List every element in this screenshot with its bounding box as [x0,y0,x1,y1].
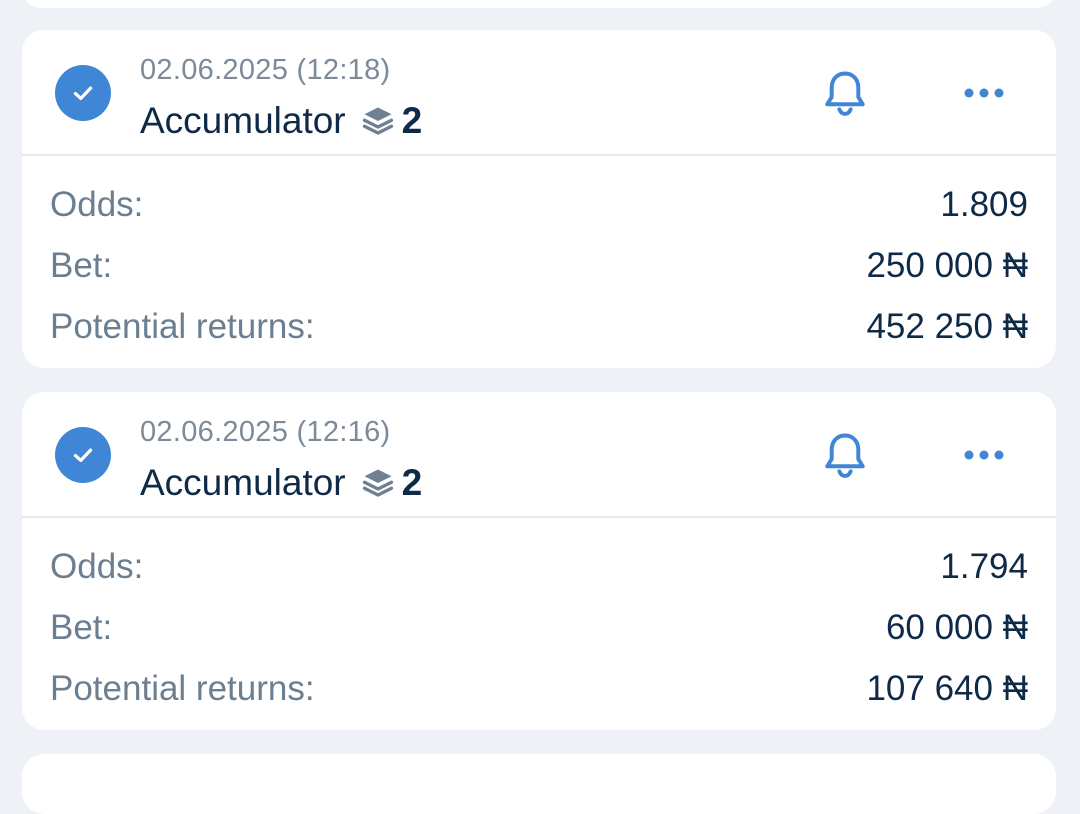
bet-datetime: 02.06.2025 (12:16) [140,416,391,448]
returns-label: Potential returns: [50,668,315,708]
bet-label: Bet: [50,607,113,647]
returns-label: Potential returns: [50,306,315,346]
bet-card-partial-top[interactable] [22,0,1056,8]
returns-row: Potential returns: 452 250 ₦ [50,296,1028,357]
odds-row: Odds: 1.794 [50,536,1028,597]
more-dots-icon[interactable] [959,442,1009,468]
bet-value: 60 000 ₦ [885,607,1028,647]
bet-title-row: Accumulator 2 [140,462,422,504]
odds-value: 1.809 [940,184,1028,224]
layers-icon [360,103,396,139]
odds-value: 1.794 [940,546,1028,586]
bet-value: 250 000 ₦ [866,245,1028,285]
bet-card-header: 02.06.2025 (12:18) Accumulator 2 [22,30,1056,156]
check-circle-icon [55,65,111,121]
odds-row: Odds: 1.809 [50,174,1028,235]
bet-card[interactable]: 02.06.2025 (12:18) Accumulator 2 Odds: 1… [22,30,1056,368]
returns-value: 107 640 ₦ [866,668,1028,708]
selections-count: 2 [401,100,423,141]
bet-card[interactable]: 02.06.2025 (12:16) Accumulator 2 Odds: 1… [22,392,1056,730]
check-circle-icon [55,427,111,483]
bet-row: Bet: 60 000 ₦ [50,597,1028,658]
bet-title-row: Accumulator 2 [140,100,422,142]
returns-row: Potential returns: 107 640 ₦ [50,658,1028,719]
returns-value: 452 250 ₦ [866,306,1028,346]
odds-label: Odds: [50,184,144,224]
bet-type-label: Accumulator [140,462,346,503]
bell-icon[interactable] [817,66,873,122]
odds-label: Odds: [50,546,144,586]
selections-count: 2 [401,462,423,503]
bet-card-partial-bottom[interactable] [22,754,1056,814]
bet-card-header: 02.06.2025 (12:16) Accumulator 2 [22,392,1056,518]
bet-details: Odds: 1.794 Bet: 60 000 ₦ Potential retu… [50,536,1028,719]
bet-type-label: Accumulator [140,100,346,141]
bet-label: Bet: [50,245,113,285]
bet-row: Bet: 250 000 ₦ [50,235,1028,296]
bet-details: Odds: 1.809 Bet: 250 000 ₦ Potential ret… [50,174,1028,357]
more-dots-icon[interactable] [959,80,1009,106]
bell-icon[interactable] [817,428,873,484]
layers-icon [360,465,396,501]
bet-datetime: 02.06.2025 (12:18) [140,54,391,86]
